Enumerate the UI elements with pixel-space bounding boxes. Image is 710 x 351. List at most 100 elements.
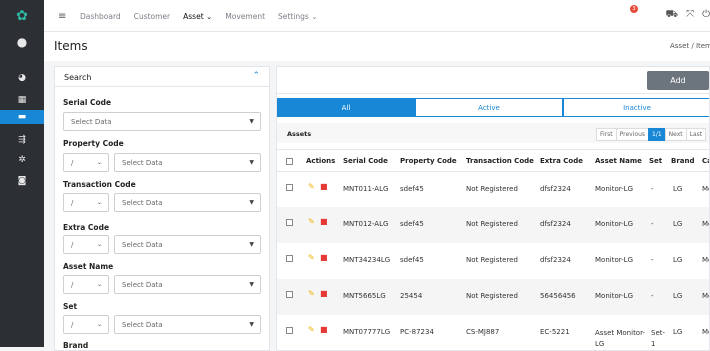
- col-category[interactable]: Ca: [702, 157, 709, 165]
- asset-name-select[interactable]: Select Data ▼: [114, 275, 261, 294]
- camera-icon[interactable]: ◙: [0, 174, 44, 188]
- asset-name-cell: Monitor-LG: [595, 256, 634, 264]
- property-op-select[interactable]: / ⌄: [63, 153, 109, 172]
- property-op-value: /: [71, 159, 74, 167]
- nav-item-customer[interactable]: Customer: [134, 12, 170, 21]
- tab-all[interactable]: All: [277, 98, 415, 117]
- pager-first[interactable]: First: [596, 128, 617, 141]
- edit-icon[interactable]: ✎: [308, 290, 316, 298]
- col-brand[interactable]: Brand: [671, 157, 695, 165]
- property-code-select[interactable]: Select Data ▼: [114, 153, 261, 172]
- dashboard-icon[interactable]: ◕: [0, 71, 44, 85]
- asset-name-label: Asset Name: [63, 262, 114, 271]
- category-cell: Mo: [702, 185, 709, 193]
- set-cell: -: [651, 220, 654, 228]
- building-icon[interactable]: ▦: [0, 93, 44, 107]
- pager-previous[interactable]: Previous: [615, 128, 649, 141]
- extra-code-cell: EC-5221: [540, 328, 570, 336]
- tab-active[interactable]: Active: [415, 98, 563, 117]
- row-checkbox[interactable]: [286, 219, 293, 226]
- asset-name-op-select[interactable]: / ⌄: [63, 275, 109, 294]
- movement-icon[interactable]: ⇶: [0, 133, 44, 147]
- col-set[interactable]: Set: [649, 157, 662, 165]
- pagination: First Previous 1/1 Next Last: [596, 128, 707, 141]
- category-cell: Mo: [702, 256, 709, 264]
- caret-down-icon: ▼: [249, 199, 254, 206]
- col-transaction-code[interactable]: Transaction Code: [466, 157, 534, 165]
- notification-badge: 3: [630, 5, 638, 13]
- search-panel-title: Search: [64, 73, 92, 82]
- user-avatar-icon[interactable]: ●: [0, 35, 44, 49]
- asset-icon[interactable]: ▬: [0, 110, 44, 124]
- table-row[interactable]: ✎ ■ MNT07777LG PC-87234 CS-MJ887 EC-5221 …: [277, 315, 709, 350]
- set-op-select[interactable]: / ⌄: [63, 315, 109, 334]
- col-serial-code[interactable]: Serial Code: [343, 157, 388, 165]
- extra-op-value: /: [71, 241, 74, 249]
- breadcrumb[interactable]: Asset / Item: [670, 42, 710, 50]
- extra-code-cell: dfsf2324: [540, 185, 571, 193]
- chevron-up-icon[interactable]: ⌃: [252, 71, 260, 81]
- search-panel-header[interactable]: Search ⌃: [55, 67, 269, 87]
- table-row[interactable]: ✎ ■ MNT34234LG sdef45 Not Registered dfsf…: [277, 243, 709, 279]
- extra-op-select[interactable]: / ⌄: [63, 235, 109, 254]
- col-extra-code[interactable]: Extra Code: [540, 157, 583, 165]
- logout-icon[interactable]: ⏻: [702, 9, 710, 22]
- chevron-down-icon: ⌄: [96, 281, 102, 288]
- set-value: Select Data: [122, 321, 163, 329]
- nav-item-settings[interactable]: Settings ⌄: [278, 12, 317, 21]
- menu-toggle-icon[interactable]: ≡: [58, 11, 66, 22]
- transaction-code-cell: Not Registered: [466, 292, 518, 300]
- select-all-checkbox[interactable]: [286, 158, 293, 165]
- pager-last[interactable]: Last: [685, 128, 707, 141]
- serial-code-cell: MNT34234LG: [343, 256, 391, 264]
- edit-icon[interactable]: ✎: [308, 218, 316, 226]
- property-code-label: Property Code: [63, 139, 124, 148]
- notification-icon[interactable]: ⛟: [665, 9, 678, 22]
- row-checkbox[interactable]: [286, 184, 293, 191]
- row-checkbox[interactable]: [286, 291, 293, 298]
- trash-icon[interactable]: ■: [320, 218, 328, 226]
- trash-icon[interactable]: ■: [320, 183, 328, 191]
- col-property-code[interactable]: Property Code: [400, 157, 457, 165]
- transaction-op-select[interactable]: / ⌄: [63, 193, 109, 212]
- trash-icon[interactable]: ■: [320, 326, 328, 334]
- transaction-op-value: /: [71, 199, 74, 207]
- extra-code-label: Extra Code: [63, 223, 110, 232]
- edit-icon[interactable]: ✎: [308, 326, 316, 334]
- left-rail: ✿ ● ◕ ▦ ▬ ⇶ ✲ ◙: [0, 0, 44, 347]
- row-checkbox[interactable]: [286, 327, 293, 334]
- edit-icon[interactable]: ✎: [308, 254, 316, 262]
- main-nav: Dashboard Customer Asset ⌄ Movement Sett…: [80, 12, 317, 21]
- fullscreen-icon[interactable]: ⤧: [686, 9, 694, 22]
- add-button[interactable]: Add: [647, 71, 709, 90]
- pager-current[interactable]: 1/1: [648, 128, 666, 141]
- edit-icon[interactable]: ✎: [308, 183, 316, 191]
- table-row[interactable]: ✎ ■ MNT012-ALG sdef45 Not Registered dfsf…: [277, 207, 709, 243]
- tab-inactive[interactable]: Inactive: [563, 98, 709, 117]
- table-row[interactable]: ✎ ■ MNT5665LG 25454 Not Registered 564564…: [277, 279, 709, 315]
- serial-code-select[interactable]: Select Data ▼: [63, 112, 261, 131]
- pager-next[interactable]: Next: [664, 128, 687, 141]
- extra-code-select[interactable]: Select Data ▼: [114, 235, 261, 254]
- settings-icon[interactable]: ✲: [0, 153, 44, 167]
- trash-icon[interactable]: ■: [320, 290, 328, 298]
- transaction-code-select[interactable]: Select Data ▼: [114, 193, 261, 212]
- serial-code-cell: MNT5665LG: [343, 292, 386, 300]
- category-cell: Mo: [702, 220, 709, 228]
- serial-code-label: Serial Code: [63, 98, 112, 107]
- nav-item-asset[interactable]: Asset ⌄: [183, 12, 212, 21]
- nav-item-dashboard[interactable]: Dashboard: [80, 12, 121, 21]
- table-row[interactable]: ✎ ■ MNT011-ALG sdef45 Not Registered dfsf…: [277, 172, 709, 208]
- table-caption-bar: Assets First Previous 1/1 Next Last: [277, 123, 709, 143]
- top-icons: ⛟ ⤧ ⏻: [665, 9, 710, 22]
- property-code-cell: sdef45: [400, 185, 424, 193]
- row-checkbox[interactable]: [286, 255, 293, 262]
- set-select[interactable]: Select Data ▼: [114, 315, 261, 334]
- trash-icon[interactable]: ■: [320, 254, 328, 262]
- nav-item-movement[interactable]: Movement: [225, 12, 265, 21]
- set-cell: -: [651, 256, 654, 264]
- serial-code-cell: MNT011-ALG: [343, 185, 389, 193]
- chevron-down-icon: ⌄: [96, 159, 102, 166]
- asset-name-cell: Monitor-LG: [595, 292, 634, 300]
- col-asset-name[interactable]: Asset Name: [595, 157, 642, 165]
